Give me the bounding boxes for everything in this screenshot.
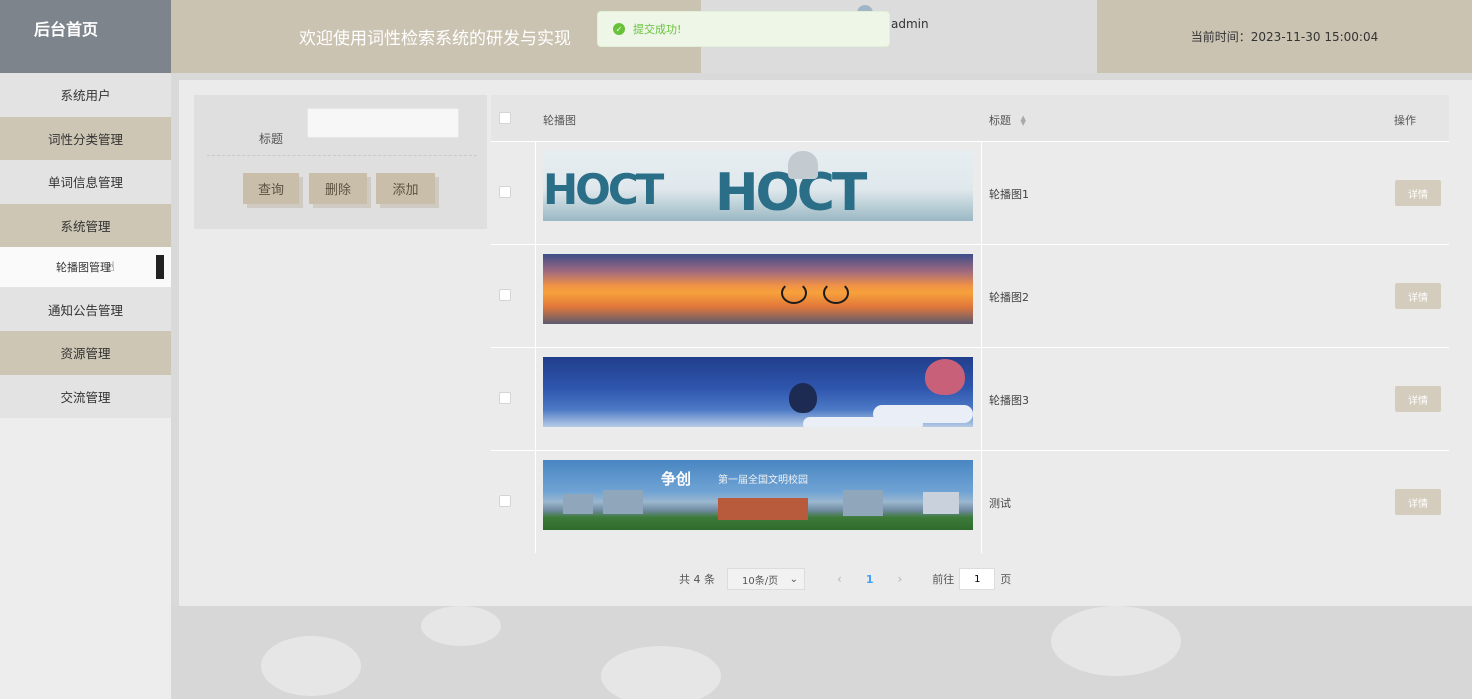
carousel-image-2	[543, 254, 973, 324]
row-checkbox[interactable]	[499, 289, 511, 301]
column-header-title[interactable]: 标题 ▲ ▼	[989, 112, 1026, 128]
pagination-total: 共 4 条	[679, 573, 715, 586]
goto-page: 前往 页	[932, 568, 1011, 590]
title-search-input[interactable]	[307, 108, 459, 138]
sidebar-item-notices[interactable]: 通知公告管理	[0, 287, 171, 331]
column-header-image: 轮播图	[543, 114, 576, 127]
divider	[207, 155, 477, 156]
page-size-value: 10条/页	[742, 575, 779, 587]
toast-message: 提交成功!	[633, 23, 682, 36]
sidebar-item-system-users[interactable]: 系统用户	[0, 73, 171, 117]
sidebar-item-carousel[interactable]: 轮播图管理 ☝	[0, 247, 171, 288]
search-panel: 标题 查询 删除 添加	[194, 95, 487, 229]
table-row: HOCT HOCT 轮播图1 详情	[491, 141, 1449, 244]
detail-button[interactable]: 详情	[1395, 180, 1441, 206]
row-title: 轮播图1	[989, 188, 1029, 201]
sidebar: 系统用户 词性分类管理 单词信息管理 系统管理 轮播图管理 ☝ 通知公告管理 资…	[0, 73, 171, 699]
active-indicator	[156, 255, 164, 280]
query-button[interactable]: 查询	[243, 173, 299, 204]
table-row: 争创 第一届全国文明校园 测试 详情	[491, 450, 1449, 553]
add-button[interactable]: 添加	[376, 173, 435, 204]
sort-icon[interactable]: ▲ ▼	[1021, 115, 1026, 127]
sidebar-item-label: 通知公告管理	[47, 302, 123, 318]
pagination: 共 4 条 10条/页 ⌄ ‹ 1 › 前往 页	[679, 568, 1011, 590]
next-page-icon[interactable]: ›	[897, 572, 902, 586]
clock-label: 当前时间：	[1190, 30, 1251, 44]
detail-button[interactable]: 详情	[1395, 489, 1441, 515]
sidebar-item-label: 词性分类管理	[47, 131, 123, 147]
hand-cursor-icon: ☝	[107, 259, 115, 275]
background-decoration	[171, 606, 1472, 699]
detail-button[interactable]: 详情	[1395, 283, 1441, 309]
sidebar-item-word-info[interactable]: 单词信息管理	[0, 160, 171, 204]
sidebar-item-label: 单词信息管理	[47, 175, 123, 191]
current-time: 当前时间： 2023-11-30 15:00:04	[1097, 0, 1472, 73]
goto-suffix: 页	[1000, 573, 1012, 586]
table-header: 轮播图 标题 ▲ ▼ 操作	[491, 95, 1449, 141]
delete-button[interactable]: 删除	[309, 173, 367, 204]
goto-page-input[interactable]	[959, 568, 996, 590]
image-slogan-sub: 第一届全国文明校园	[718, 475, 808, 486]
table-row: 轮播图3 详情	[491, 347, 1449, 450]
success-toast: ✓ 提交成功!	[597, 11, 890, 47]
chevron-down-icon: ⌄	[789, 573, 798, 585]
main-content: 标题 查询 删除 添加 轮播图 标题 ▲ ▼ 操作 HOCT HOCT 轮播图1…	[179, 80, 1472, 606]
column-header-actions: 操作	[1394, 114, 1416, 127]
row-title: 测试	[989, 497, 1011, 510]
sidebar-item-label: 系统用户	[60, 88, 111, 104]
carousel-image-1: HOCT HOCT	[543, 151, 973, 221]
row-checkbox[interactable]	[499, 186, 511, 198]
username[interactable]: admin	[891, 17, 929, 31]
detail-button[interactable]: 详情	[1395, 386, 1441, 412]
table-row: 轮播图2 详情	[491, 244, 1449, 347]
sidebar-item-resources[interactable]: 资源管理	[0, 330, 171, 375]
row-title: 轮播图2	[989, 291, 1029, 304]
prev-page-icon[interactable]: ‹	[837, 572, 842, 586]
select-all-checkbox[interactable]	[499, 112, 511, 124]
image-logo-text: HOCT	[543, 165, 664, 214]
clock-value: 2023-11-30 15:00:04	[1250, 29, 1379, 44]
row-checkbox[interactable]	[499, 495, 511, 507]
row-checkbox[interactable]	[499, 392, 511, 404]
sidebar-item-label: 轮播图管理	[56, 261, 112, 275]
column-header-title-label: 标题	[989, 114, 1011, 127]
sidebar-item-communication[interactable]: 交流管理	[0, 374, 171, 419]
sidebar-item-label: 资源管理	[60, 346, 111, 362]
sidebar-item-pos-category[interactable]: 词性分类管理	[0, 116, 171, 161]
sidebar-item-label: 交流管理	[60, 389, 111, 405]
goto-label: 前往	[932, 573, 955, 586]
page-number-current[interactable]: 1	[866, 573, 874, 586]
check-circle-icon: ✓	[613, 23, 625, 35]
title-filter-label: 标题	[259, 132, 284, 146]
sidebar-item-system-management[interactable]: 系统管理	[0, 203, 171, 248]
brand-home-title[interactable]: 后台首页	[0, 0, 171, 73]
image-slogan: 争创	[661, 470, 692, 488]
sidebar-item-label: 系统管理	[60, 219, 111, 235]
carousel-table: 轮播图 标题 ▲ ▼ 操作 HOCT HOCT 轮播图1 详情 轮播图2 详情 …	[491, 95, 1449, 553]
page-size-select[interactable]: 10条/页 ⌄	[727, 568, 805, 590]
row-title: 轮播图3	[989, 394, 1029, 407]
carousel-image-4: 争创 第一届全国文明校园	[543, 460, 973, 530]
carousel-image-3	[543, 357, 973, 427]
